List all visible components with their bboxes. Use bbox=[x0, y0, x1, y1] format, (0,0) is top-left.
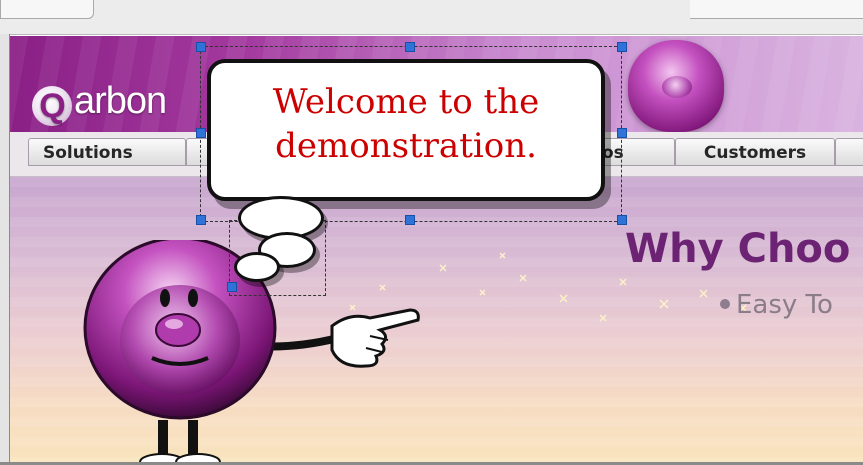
callout-line2: demonstration. bbox=[275, 126, 537, 166]
hero-bullet-text: Easy To bbox=[736, 290, 833, 320]
nav-item-solutions[interactable]: Solutions bbox=[28, 138, 186, 166]
resize-handle-top-center[interactable] bbox=[405, 42, 415, 52]
window-frame-left bbox=[0, 34, 10, 465]
thought-bubble-small bbox=[234, 252, 280, 282]
site-logo[interactable]: Qarbon bbox=[32, 80, 167, 126]
toolbar-panel-left[interactable] bbox=[0, 0, 94, 19]
resize-handle-top-left[interactable] bbox=[196, 42, 206, 52]
bullet-icon bbox=[720, 299, 730, 309]
hero-heading: Why Choo bbox=[625, 226, 851, 272]
callout-text: Welcome to the demonstration. bbox=[207, 80, 605, 168]
resize-handle-bottom-center[interactable] bbox=[405, 215, 415, 225]
toolbar-panel-far-right[interactable] bbox=[750, 0, 863, 19]
pointing-hand-icon bbox=[330, 308, 420, 368]
hero-bullet: Easy To bbox=[720, 290, 833, 320]
logo-letter: Q bbox=[32, 86, 72, 126]
toolbar-panel-right[interactable] bbox=[690, 0, 751, 19]
resize-handle-top-right[interactable] bbox=[617, 42, 627, 52]
header-mascot-icon bbox=[628, 40, 724, 132]
callout-line1: Welcome to the bbox=[272, 82, 540, 122]
nav-item-customers[interactable]: Customers bbox=[675, 138, 835, 166]
resize-handle-bottom-left[interactable] bbox=[196, 215, 206, 225]
resize-handle-middle-right[interactable] bbox=[617, 128, 627, 138]
browser-toolbar bbox=[0, 0, 863, 35]
resize-handle-middle-left[interactable] bbox=[196, 128, 206, 138]
tail-anchor-handle[interactable] bbox=[227, 282, 237, 292]
logo-text: arbon bbox=[74, 80, 167, 122]
nav-item-more[interactable] bbox=[835, 138, 863, 166]
resize-handle-bottom-right[interactable] bbox=[617, 215, 627, 225]
